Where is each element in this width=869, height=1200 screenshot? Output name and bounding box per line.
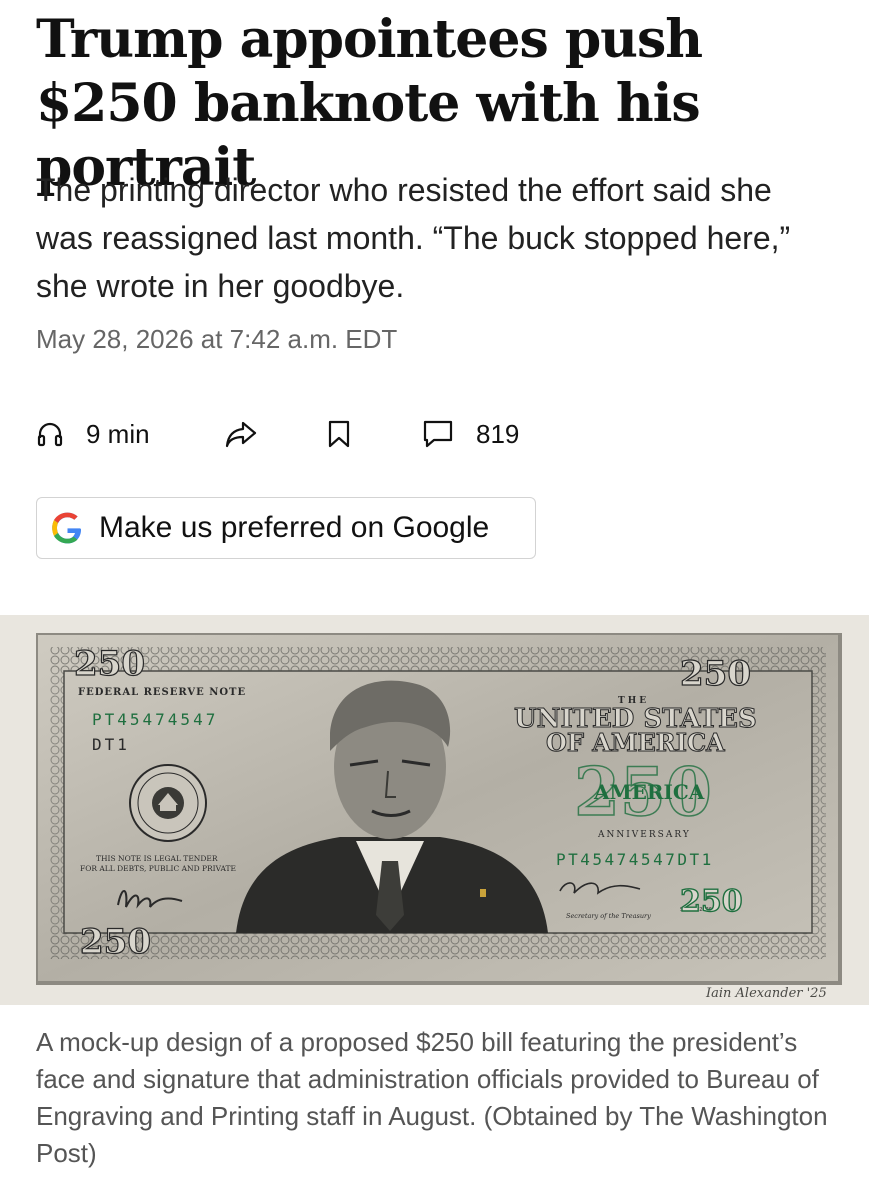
serial-number-right: PT45474547DT1 [556,850,714,869]
photo-caption: A mock-up design of a proposed $250 bill… [36,1027,828,1168]
banknote-image: 250 250 250 FEDERAL RESERVE NOTE PT45474… [36,633,842,1001]
share-icon [225,421,257,448]
bookmark-icon [328,420,350,448]
artist-signature: Iain Alexander '25 [705,986,827,1001]
left-border-ornament [50,671,64,933]
serial-number-left: PT45474547 [92,710,218,729]
comment-count: 819 [476,418,520,449]
comments-button[interactable]: 819 [422,412,519,456]
google-g-icon [52,512,81,544]
google-preferred-button[interactable]: Make us preferred on Google [36,497,536,559]
denomination-top-right: 250 [680,654,751,694]
save-button[interactable] [326,412,352,456]
anniversary-label: ANNIVERSARY [597,830,691,840]
denomination-bottom-left: 250 [80,922,151,962]
article-dek: The printing director who resisted the e… [36,172,791,304]
publish-date: May 28, 2026 at 7:42 a.m. EDT [36,324,398,354]
banknote-photo: 250 250 250 FEDERAL RESERVE NOTE PT45474… [0,615,869,1005]
comment-icon [423,420,453,448]
legal-tender-line2: FOR ALL DEBTS, PUBLIC AND PRIVATE [80,864,236,873]
denomination-bottom-right: 250 [680,884,743,919]
america-label: AMERICA [593,780,705,804]
google-preferred-label: Make us preferred on Google [99,511,490,544]
serial-suffix-left: DT1 [92,735,130,754]
treasury-title: Secretary of the Treasury [566,912,651,920]
share-button[interactable] [224,412,258,456]
bottom-border-ornament [50,933,826,959]
federal-reserve-note-text: FEDERAL RESERVE NOTE [78,687,246,698]
federal-reserve-seal [129,764,207,842]
right-border-ornament [812,671,826,933]
listen-button[interactable]: 9 min [36,412,150,456]
article-actions-bar: 9 min 819 [36,412,636,456]
listen-duration: 9 min [86,418,150,449]
headphones-icon [37,422,63,447]
legal-tender-line1: THIS NOTE IS LEGAL TENDER [96,854,218,863]
denomination-top-left: 250 [74,644,145,684]
